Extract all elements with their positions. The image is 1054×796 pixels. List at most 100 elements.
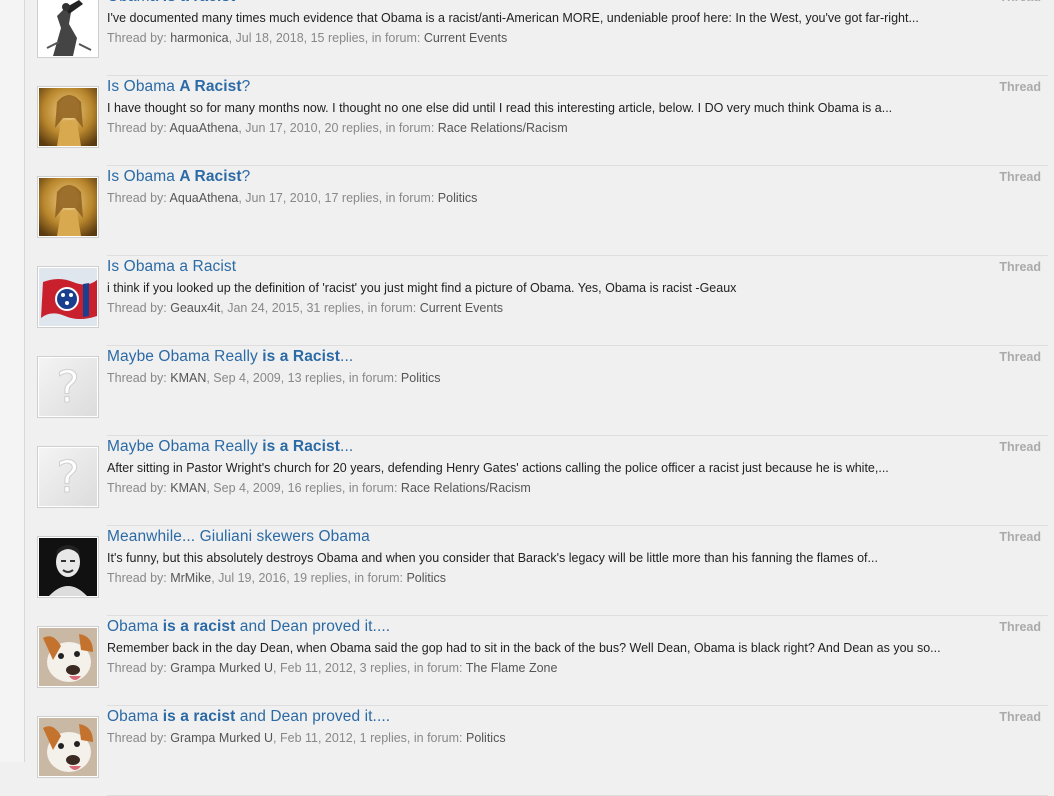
author-link[interactable]: MrMike [170,571,211,585]
content-type-label: Thread [999,350,1041,364]
meta-prefix: Thread by: [107,31,171,45]
author-link[interactable]: harmonica [170,31,228,45]
result-meta: Thread by: AquaAthena, Jun 17, 2010, 20 … [107,121,568,135]
search-result-item: Is Obama a Racist i think if you looked u… [25,256,1054,346]
result-snippet: I have thought so for many months now. I… [107,101,893,115]
search-result-item: ? Maybe Obama Really is a Racist... After … [25,436,1054,526]
meta-details: , Jul 18, 2018, 15 replies, in forum: [228,31,424,45]
title-text: Obama [107,708,163,725]
forum-link[interactable]: Politics [438,191,478,205]
result-title-link[interactable]: Is Obama A Racist? [107,78,250,96]
meta-details: , Feb 11, 2012, 3 replies, in forum: [273,661,466,675]
result-meta: Thread by: Grampa Murked U, Feb 11, 2012… [107,661,557,675]
forum-link[interactable]: Current Events [424,31,507,45]
meta-details: , Feb 11, 2012, 1 replies, in forum: [273,731,466,745]
result-snippet: i think if you looked up the definition … [107,281,737,295]
title-text: and Dean proved it.... [235,618,391,635]
author-link[interactable]: KMAN [170,481,206,495]
forum-link[interactable]: Politics [401,371,441,385]
result-meta: Thread by: Geaux4it, Jan 24, 2015, 31 re… [107,301,503,315]
author-link[interactable]: KMAN [170,371,206,385]
result-snippet: Remember back in the day Dean, when Obam… [107,641,941,655]
title-text: Maybe Obama Really [107,438,263,455]
tennessee-flag-avatar[interactable] [37,266,99,328]
result-snippet: After sitting in Pastor Wright's church … [107,461,889,475]
result-title-link[interactable]: Maybe Obama Really is a Racist... [107,348,353,366]
title-text: Maybe Obama Really [107,348,263,365]
title-text: and Dean proved it.... [235,708,391,725]
title-text: Is Obama [107,168,180,185]
author-link[interactable]: AquaAthena [170,121,239,135]
result-title-link[interactable]: Obama is a racist and Dean proved it.... [107,618,390,636]
forum-link[interactable]: The Flame Zone [466,661,558,675]
result-title-link[interactable]: Is Obama A Racist? [107,168,250,186]
title-text: ... [340,438,354,455]
result-meta: Thread by: Grampa Murked U, Feb 11, 2012… [107,731,506,745]
title-highlight: is a racist [162,708,236,725]
meta-prefix: Thread by: [107,481,171,495]
content-type-label: Thread [999,80,1041,94]
svg-text:?: ? [56,452,79,503]
result-snippet: I've documented many times much evidence… [107,11,919,25]
author-link[interactable]: Grampa Murked U [170,731,273,745]
meta-prefix: Thread by: [107,731,171,745]
title-text: Is Obama [107,78,180,95]
result-meta: Thread by: KMAN, Sep 4, 2009, 13 replies… [107,371,441,385]
meta-prefix: Thread by: [107,121,170,135]
meta-details: , Sep 4, 2009, 16 replies, in forum: [206,481,401,495]
meta-details: , Jun 17, 2010, 17 replies, in forum: [238,191,438,205]
author-link[interactable]: AquaAthena [170,191,239,205]
result-meta: Thread by: KMAN, Sep 4, 2009, 16 replies… [107,481,531,495]
meta-details: , Jul 19, 2016, 19 replies, in forum: [211,571,407,585]
meta-details: , Jan 24, 2015, 31 replies, in forum: [220,301,420,315]
forum-link[interactable]: Politics [406,571,446,585]
meta-prefix: Thread by: [107,661,171,675]
left-rail [0,0,25,762]
meta-prefix: Thread by: [107,191,170,205]
title-text: ... [340,348,354,365]
result-meta: Thread by: MrMike, Jul 19, 2016, 19 repl… [107,571,446,585]
content-type-label: Thread [999,620,1041,634]
dog-avatar[interactable] [37,626,99,688]
result-title-link[interactable]: Is Obama a Racist [107,258,236,276]
result-title-link[interactable]: Maybe Obama Really is a Racist... [107,438,353,456]
title-highlight: A Racist [179,78,242,95]
meta-details: , Sep 4, 2009, 13 replies, in forum: [206,371,401,385]
title-text: Obama [107,0,163,5]
forum-link[interactable]: Current Events [420,301,503,315]
golden-woman-avatar[interactable] [37,86,99,148]
author-link[interactable]: Geaux4it [170,301,220,315]
title-text: ? [241,78,251,95]
golden-woman-avatar[interactable] [37,176,99,238]
question-mark-avatar[interactable]: ? [37,446,99,508]
meta-details: , Jun 17, 2010, 20 replies, in forum: [238,121,438,135]
title-highlight: is a racist [163,0,236,5]
sketch-figure-avatar[interactable] [37,0,99,58]
dog-avatar[interactable] [37,716,99,778]
result-title-link[interactable]: Obama is a racist [107,0,235,6]
search-result-item: Obama is a racist and Dean proved it....… [25,616,1054,706]
title-text: ? [241,168,251,185]
title-highlight: is a Racist [262,438,341,455]
result-title-link[interactable]: Obama is a racist and Dean proved it.... [107,708,390,726]
search-result-item: Obama is a racist I've documented many ti… [25,0,1054,76]
title-highlight: is a Racist [262,348,341,365]
man-portrait-avatar[interactable] [37,536,99,598]
content-type-label: Thread [999,530,1041,544]
forum-link[interactable]: Race Relations/Racism [401,481,531,495]
author-link[interactable]: Grampa Murked U [170,661,273,675]
title-text: Is Obama a Racist [107,258,237,275]
result-title-link[interactable]: Meanwhile... Giuliani skewers Obama [107,528,370,546]
content-type-label: Thread [999,710,1041,724]
title-text: Meanwhile... Giuliani skewers Obama [107,528,370,545]
content-type-label: Thread [999,170,1041,184]
result-meta: Thread by: AquaAthena, Jun 17, 2010, 17 … [107,191,477,205]
forum-link[interactable]: Race Relations/Racism [438,121,568,135]
meta-prefix: Thread by: [107,371,171,385]
search-result-item: Meanwhile... Giuliani skewers Obama It's … [25,526,1054,616]
search-result-item: ? Maybe Obama Really is a Racist... Thread… [25,346,1054,436]
result-meta: Thread by: harmonica, Jul 18, 2018, 15 r… [107,31,507,45]
forum-link[interactable]: Politics [466,731,506,745]
meta-prefix: Thread by: [107,301,171,315]
question-mark-avatar[interactable]: ? [37,356,99,418]
